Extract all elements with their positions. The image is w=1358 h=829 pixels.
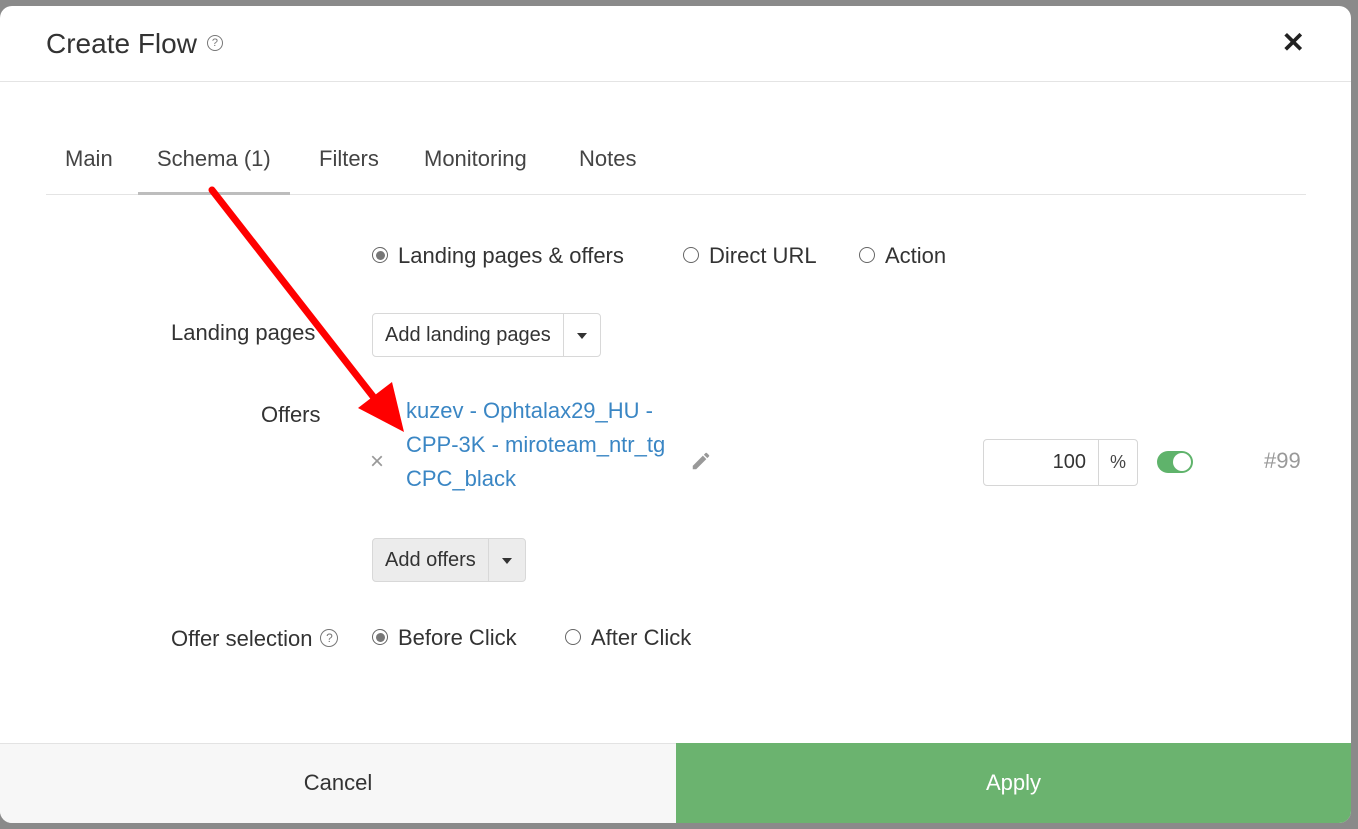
radio-unchecked-icon [859, 247, 875, 264]
create-flow-dialog: Create Flow? ✕ Main Schema (1) Filters M… [0, 6, 1351, 823]
radio-label: Landing pages & offers [398, 243, 624, 268]
tab-schema[interactable]: Schema (1) [138, 146, 290, 195]
radio-unchecked-icon [683, 247, 699, 264]
radio-after-click[interactable]: After Click [565, 625, 691, 651]
dialog-header: Create Flow? ✕ [0, 6, 1351, 82]
dialog-footer: Cancel Apply [0, 743, 1351, 823]
radio-label: Action [885, 243, 947, 268]
close-icon[interactable]: ✕ [1282, 26, 1305, 59]
offer-name-link[interactable]: kuzev - Ophtalax29_HU - CPP-3K - mirotea… [406, 394, 668, 496]
radio-landing-pages-offers[interactable]: Landing pages & offers [372, 243, 624, 269]
radio-label: Direct URL [709, 243, 817, 268]
radio-checked-icon [372, 629, 388, 646]
caret-down-icon[interactable] [562, 314, 600, 356]
caret-down-icon[interactable] [487, 539, 525, 581]
cancel-button[interactable]: Cancel [0, 743, 676, 823]
add-offers-dropdown: Add offers [372, 538, 526, 582]
offer-selection-label: Offer selection? [171, 626, 339, 652]
add-landing-pages-dropdown: Add landing pages [372, 313, 601, 357]
offer-selection-label-text: Offer selection [171, 626, 313, 651]
tab-bar: Main Schema (1) Filters Monitoring Notes [46, 134, 1306, 195]
radio-direct-url[interactable]: Direct URL [683, 243, 817, 269]
landing-pages-label: Landing pages [171, 320, 316, 345]
radio-label: After Click [591, 625, 692, 650]
remove-offer-icon[interactable]: × [370, 448, 384, 476]
radio-before-click[interactable]: Before Click [372, 625, 517, 651]
radio-action[interactable]: Action [859, 243, 946, 269]
tab-main[interactable]: Main [65, 146, 113, 172]
question-circle-icon[interactable]: ? [206, 34, 223, 51]
offers-label: Offers [261, 402, 321, 427]
radio-label: Before Click [398, 625, 517, 650]
radio-checked-icon [372, 247, 388, 264]
tab-filters[interactable]: Filters [319, 146, 379, 172]
offer-weight-unit: % [1098, 440, 1137, 485]
radio-unchecked-icon [565, 629, 581, 646]
tab-notes[interactable]: Notes [579, 146, 636, 172]
question-circle-icon[interactable]: ? [320, 629, 339, 648]
apply-button[interactable]: Apply [676, 743, 1351, 823]
add-landing-pages-button[interactable]: Add landing pages [373, 314, 563, 356]
pencil-icon[interactable] [690, 450, 712, 472]
offer-id: #99 [1264, 448, 1301, 473]
offer-enabled-toggle[interactable] [1157, 451, 1193, 473]
offer-weight-input[interactable]: 100 % [983, 439, 1138, 486]
add-offers-button[interactable]: Add offers [373, 539, 488, 581]
dialog-title-text: Create Flow [46, 28, 197, 59]
tab-monitoring[interactable]: Monitoring [424, 146, 527, 172]
offer-weight-value[interactable]: 100 [984, 440, 1098, 485]
dialog-title: Create Flow? [46, 28, 223, 60]
